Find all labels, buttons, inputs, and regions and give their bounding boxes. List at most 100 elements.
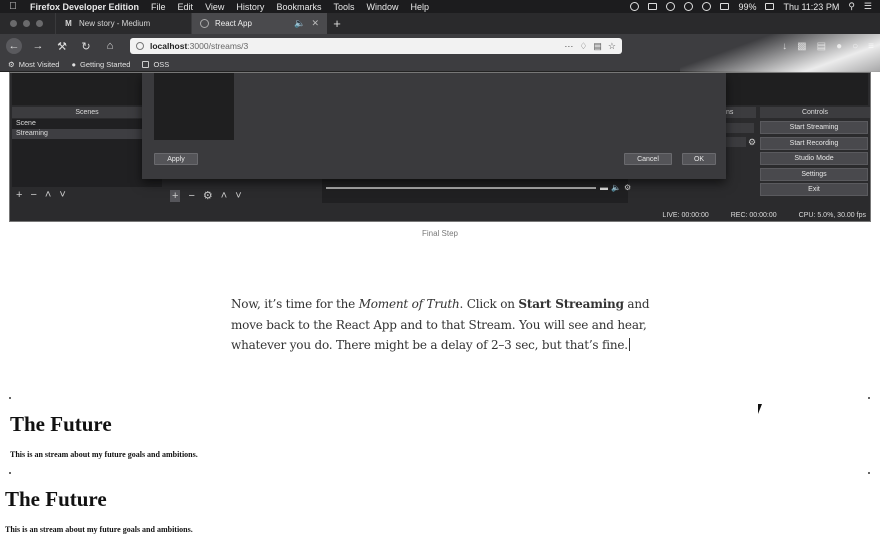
navigation-bar: ← → ⚒ ↻ ⌂ localhost:3000/streams/3 ⋯ ♢ ▤… (0, 34, 880, 58)
corner-marker (868, 397, 870, 399)
tab-label: React App (215, 19, 252, 28)
wifi-icon[interactable] (702, 2, 712, 11)
zoom-window-button[interactable] (36, 20, 43, 27)
page-actions-icon[interactable]: ⋯ (564, 41, 573, 52)
reload-button[interactable]: ↻ (78, 38, 94, 54)
corner-marker (9, 472, 11, 474)
downloads-icon[interactable]: ↓ (782, 41, 787, 52)
reader-view-icon[interactable]: ▤ (593, 41, 602, 52)
apple-icon[interactable]:  (8, 1, 18, 12)
obs-settings-dialog: Apply Cancel OK (142, 73, 726, 179)
tab-react-app[interactable]: React App 🔈 ✕ (191, 13, 327, 34)
minimize-window-button[interactable] (23, 20, 30, 27)
menu-view[interactable]: View (205, 2, 224, 12)
bookmark-getting-started[interactable]: ● Getting Started (71, 60, 130, 69)
forward-button[interactable]: → (30, 38, 46, 54)
scene-item: Scene (16, 120, 36, 127)
text-cursor (628, 338, 630, 351)
menu-clock[interactable]: Thu 11:23 PM (783, 2, 839, 12)
tab-label: New story - Medium (79, 19, 151, 28)
move-up-icon: ˄ (220, 189, 228, 202)
display-icon[interactable] (648, 3, 658, 10)
mouse-pointer-icon (758, 404, 762, 414)
add-icon: + (16, 189, 23, 201)
close-tab-icon[interactable]: ✕ (311, 18, 319, 29)
menu-extras: 99% Thu 11:23 PM ⚲ ☰ (630, 1, 872, 12)
add-icon: + (170, 189, 181, 202)
gear-icon: ⚙ (8, 60, 15, 69)
extension-icon[interactable]: ● (836, 41, 842, 52)
volume-icon[interactable] (720, 3, 730, 10)
status-icon[interactable] (630, 2, 640, 11)
gear-icon: ⚙ (748, 137, 757, 147)
macos-menu-bar:  Firefox Developer Edition File Edit Vi… (0, 0, 880, 13)
clock-status-icon[interactable] (684, 2, 694, 11)
studio-mode-button: Studio Mode (760, 152, 868, 165)
live-timer: LIVE: 00:00:00 (662, 211, 709, 219)
rec-timer: REC: 00:00:00 (730, 211, 777, 219)
menu-edit[interactable]: Edit (178, 2, 194, 12)
scene-toolbar: + − ˄ ˅ (16, 189, 66, 201)
library-icon[interactable]: ▩ (797, 41, 806, 52)
bookmarks-toolbar: ⚙ Most Visited ● Getting Started OSS (0, 58, 880, 72)
move-up-icon: ˄ (44, 189, 52, 201)
gear-icon: ⚙ (202, 190, 213, 202)
menu-bookmarks[interactable]: Bookmarks (276, 2, 321, 12)
bookmark-star-icon[interactable]: ☆ (608, 41, 616, 52)
home-button[interactable]: ⌂ (102, 38, 118, 54)
start-streaming-button: Start Streaming (760, 121, 868, 134)
volume-slider (326, 187, 596, 189)
window-controls (0, 13, 55, 34)
exit-button: Exit (760, 183, 868, 196)
remove-icon: − (188, 189, 195, 202)
pocket-icon[interactable]: ♢ (579, 41, 587, 52)
scene-item-selected: Streaming (12, 129, 162, 139)
firefox-icon: ● (71, 60, 76, 69)
menu-tools[interactable]: Tools (333, 2, 354, 12)
react-icon (200, 19, 209, 28)
menu-history[interactable]: History (236, 2, 264, 12)
cpu-status: CPU: 5.0%, 30.00 fps (798, 211, 866, 219)
url-text[interactable]: localhost:3000/streams/3 (150, 41, 248, 51)
cloud-icon[interactable] (666, 2, 676, 11)
account-icon[interactable]: ○ (852, 41, 858, 52)
dialog-preview (154, 73, 234, 140)
meter-icon: ▬ (600, 183, 608, 192)
article-paragraph[interactable]: Now, it’s time for the Moment of Truth. … (231, 294, 651, 356)
url-bar[interactable]: localhost:3000/streams/3 ⋯ ♢ ▤ ☆ (130, 38, 622, 54)
close-window-button[interactable] (10, 20, 17, 27)
remove-icon: − (30, 189, 37, 201)
browser-tab-strip: M New story - Medium React App 🔈 ✕ + (0, 13, 880, 34)
speaker-icon: 🔈 (611, 183, 621, 192)
obs-screenshot: Scenes Scene Streaming + − ˄ ˅ + − ⚙ ˄ ˅… (9, 72, 871, 222)
apply-button: Apply (154, 153, 198, 165)
move-down-icon: ˅ (235, 189, 242, 202)
start-recording-button: Start Recording (760, 137, 868, 150)
menu-help[interactable]: Help (410, 2, 429, 12)
tab-audio-icon[interactable]: 🔈 (294, 18, 305, 29)
sidebar-icon[interactable]: ▤ (817, 41, 826, 52)
back-button[interactable]: ← (6, 38, 22, 54)
control-center-icon[interactable]: ☰ (864, 1, 872, 12)
controls-dock-title: Controls (760, 107, 870, 118)
ok-button: OK (682, 153, 716, 165)
new-tab-button[interactable]: + (327, 13, 347, 34)
menu-file[interactable]: File (151, 2, 166, 12)
image-caption: Final Step (421, 229, 459, 238)
battery-icon[interactable] (765, 3, 775, 10)
corner-marker (9, 397, 11, 399)
stream-description: This is an stream about my future goals … (10, 450, 198, 459)
overflow-menu-icon[interactable]: ≡ (868, 41, 874, 52)
folder-icon (142, 61, 150, 68)
tab-medium[interactable]: M New story - Medium (55, 13, 191, 34)
spotlight-icon[interactable]: ⚲ (848, 1, 855, 12)
bookmark-most-visited[interactable]: ⚙ Most Visited (8, 60, 59, 69)
source-toolbar: + − ⚙ ˄ ˅ (170, 189, 242, 202)
bookmark-folder-oss[interactable]: OSS (142, 60, 169, 69)
stream-description: This is an stream about my future goals … (5, 525, 193, 534)
settings-button: Settings (760, 168, 868, 181)
wrench-icon[interactable]: ⚒ (54, 38, 70, 54)
menu-app-name[interactable]: Firefox Developer Edition (30, 2, 139, 12)
site-info-icon[interactable] (136, 42, 144, 50)
menu-window[interactable]: Window (366, 2, 398, 12)
